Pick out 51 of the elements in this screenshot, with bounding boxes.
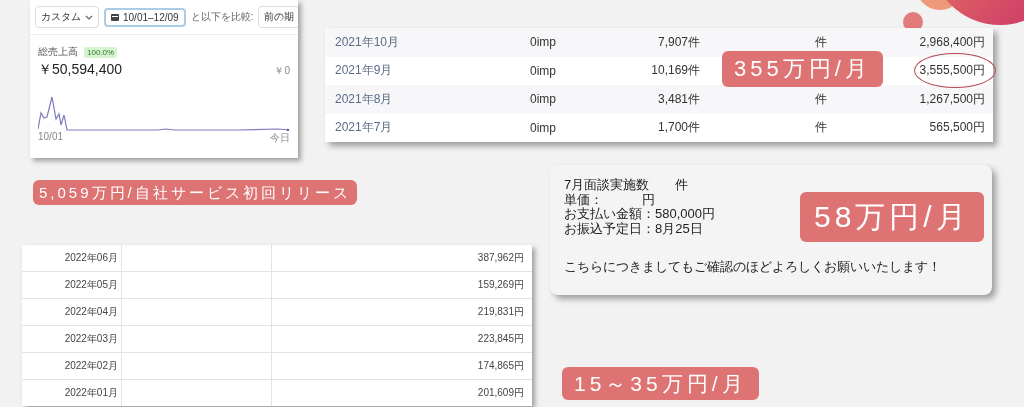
message-text: こちらにつきましてもご確認のほどよろしくお願いいたします！ bbox=[564, 258, 942, 276]
month-cell-text: 2021年10月 bbox=[334, 33, 401, 51]
calendar-icon bbox=[111, 13, 119, 21]
month-cell: 2022年06月 bbox=[22, 245, 122, 271]
month-cell: 2022年03月 bbox=[22, 326, 122, 352]
table-cell-text: 0imp bbox=[530, 63, 557, 78]
message-line: お支払い金額：580,000円 bbox=[564, 207, 715, 222]
amount-cell-text: 1,267,500円 bbox=[919, 90, 986, 108]
month-cell-text: 2021年9月 bbox=[334, 62, 394, 80]
table-cell-text: 1,700件 bbox=[656, 119, 700, 137]
range-dropdown[interactable]: カスタム bbox=[35, 6, 99, 28]
amount-cell-text: 159,269円 bbox=[476, 278, 525, 292]
amount-cell-text: 201,609円 bbox=[476, 386, 525, 400]
table-cell-text: 件 bbox=[814, 90, 828, 108]
table-cell-text: 10,169件 bbox=[650, 62, 700, 80]
table-cell-text: 0imp bbox=[530, 92, 557, 107]
amount-cell-text: 565,500円 bbox=[929, 119, 986, 137]
amount-cell-text: 219,831円 bbox=[476, 305, 525, 319]
callout-label: 58万円/月 bbox=[800, 192, 984, 242]
amount-cell-text: 223,845円 bbox=[476, 332, 525, 346]
amount-cell-text: 2,968,400円 bbox=[919, 33, 986, 51]
message-line: 7月面談実施数 件 bbox=[564, 178, 689, 193]
table-cell-text: 3,481件 bbox=[656, 90, 700, 108]
percent-badge: 100.0% bbox=[84, 46, 118, 58]
month-cell: 2022年02月 bbox=[22, 353, 122, 379]
table-cell-text: 件 bbox=[814, 119, 828, 137]
axis-label: 今日 bbox=[270, 131, 290, 145]
table-cell-text: 0imp bbox=[530, 35, 557, 50]
amount-cell-text: 174,865円 bbox=[476, 359, 525, 373]
callout-label: 5,059万円/自社サービス初回リリース bbox=[33, 180, 357, 205]
table-cell-text: 件 bbox=[814, 33, 828, 51]
metric-label: 総売上高 bbox=[38, 45, 78, 59]
metric-value: ￥50,594,400 bbox=[38, 61, 123, 79]
month-cell-text: 2021年7月 bbox=[334, 119, 394, 137]
table-cell-text: 7,907件 bbox=[656, 33, 700, 51]
chevron-down-icon bbox=[85, 14, 93, 20]
compare-period-button[interactable]: 前の期 bbox=[258, 6, 298, 28]
axis-label: 10/01 bbox=[38, 131, 64, 144]
amount-cell-text: 387,962円 bbox=[476, 251, 525, 265]
compare-label: と以下を比較: bbox=[190, 10, 254, 24]
date-range-button[interactable]: 10/01–12/09 bbox=[104, 7, 186, 27]
month-cell: 2022年01月 bbox=[22, 380, 122, 406]
month-cell: 2022年05月 bbox=[22, 272, 122, 298]
callout-label: 15～35万円/月 bbox=[562, 367, 759, 400]
table-cell-text: 0imp bbox=[530, 120, 557, 135]
month-cell: 2022年04月 bbox=[22, 299, 122, 325]
message-line: 単価： 円 bbox=[564, 192, 655, 207]
message-line: お振込予定日：8月25日 bbox=[564, 221, 703, 236]
callout-label: 355万円/月 bbox=[722, 51, 883, 87]
month-cell-text: 2021年8月 bbox=[334, 90, 394, 108]
comparison-value: ￥0 bbox=[274, 64, 290, 78]
